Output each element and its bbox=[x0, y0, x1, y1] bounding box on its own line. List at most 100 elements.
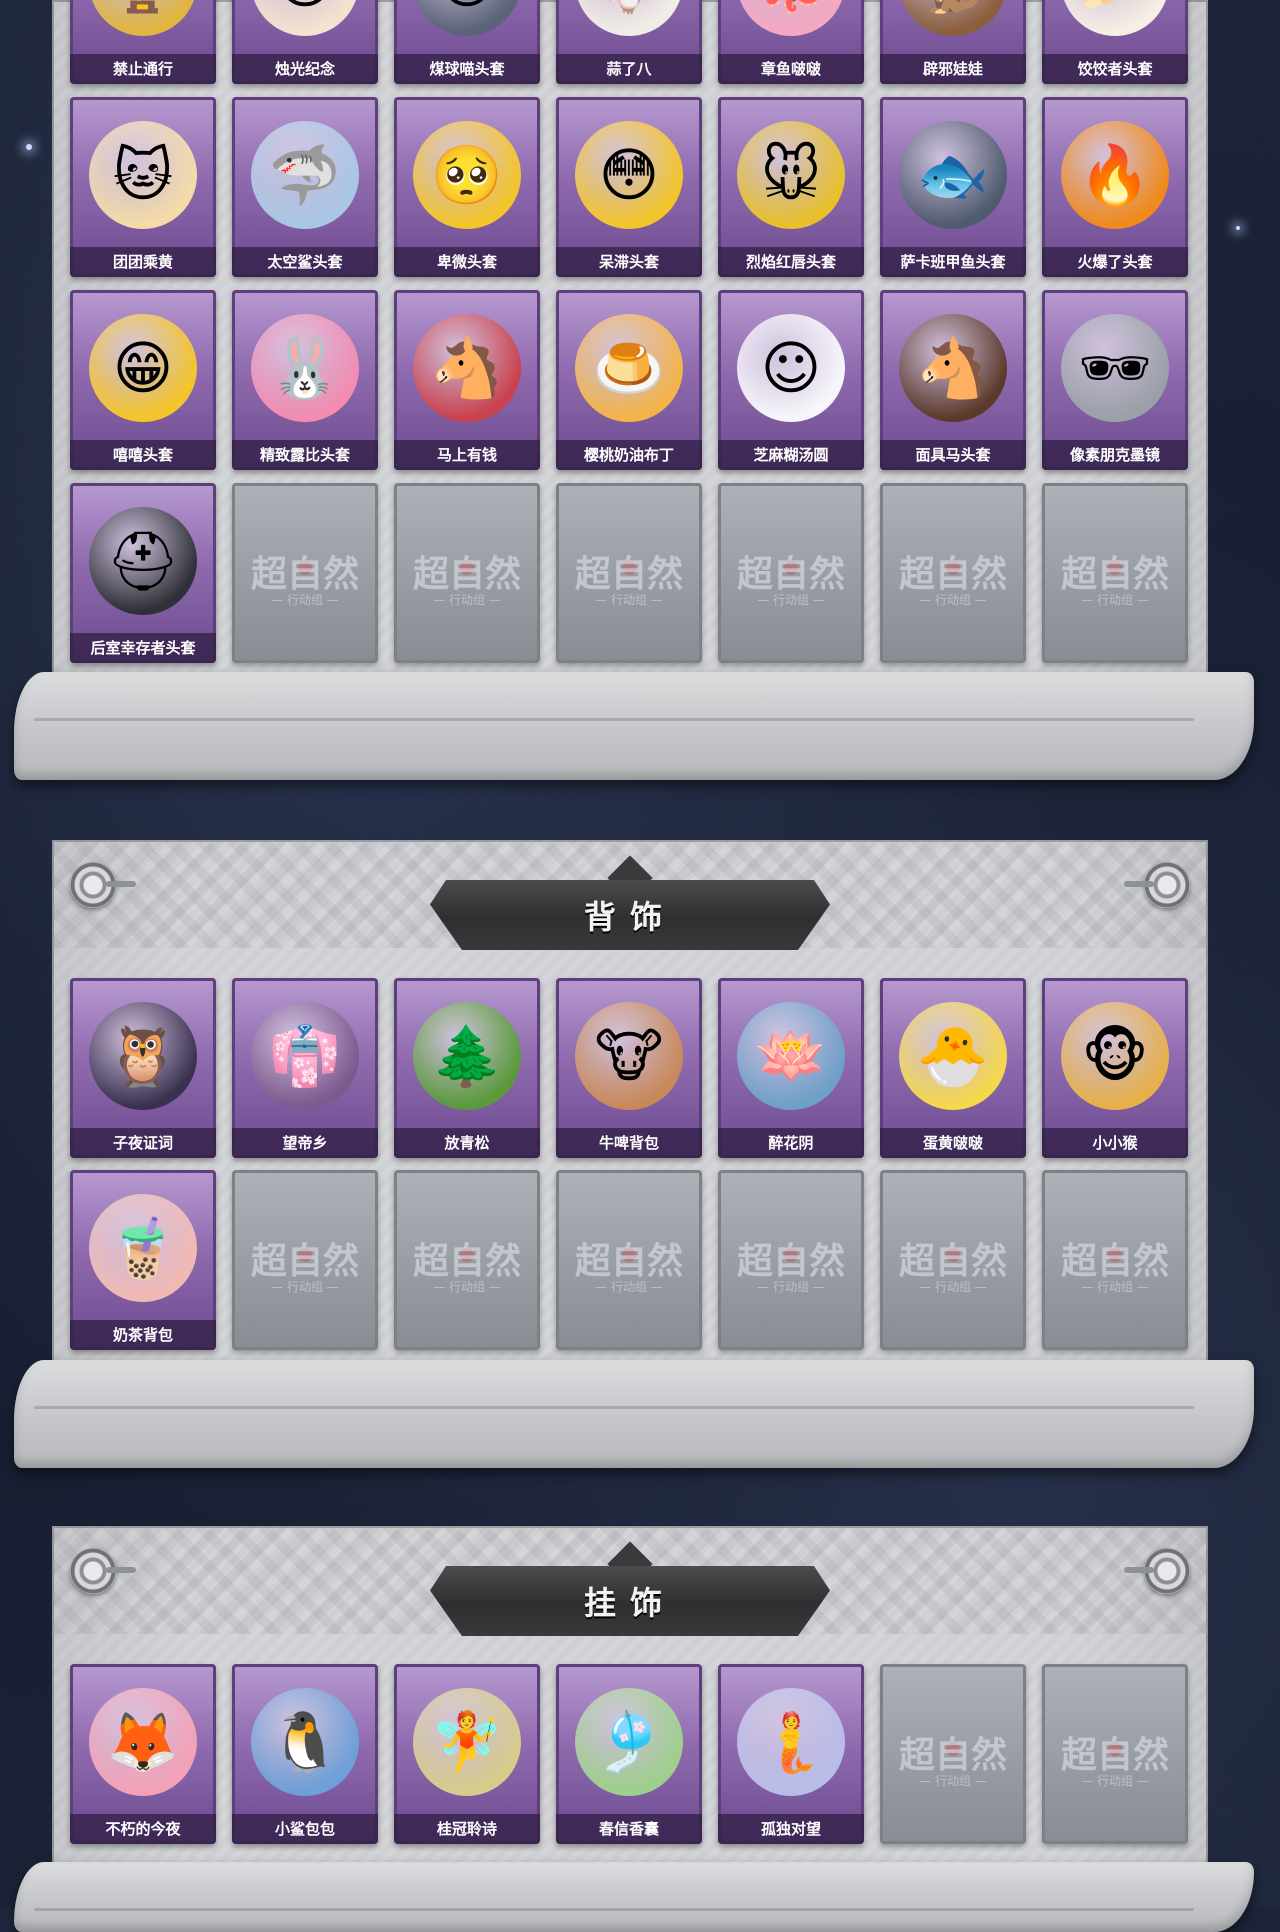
corner-ornament-icon bbox=[1124, 1548, 1190, 1594]
cosmetic-art-icon: 🐱 bbox=[413, 0, 521, 36]
cosmetic-art-icon: 🧋 bbox=[89, 1194, 197, 1302]
empty-slot-subtitle: — 行动组 — bbox=[271, 1280, 339, 1294]
cosmetic-item-label: 章鱼啵啵 bbox=[718, 54, 864, 84]
empty-slot-logo: 超自然 bbox=[412, 553, 521, 595]
cosmetic-item-label: 烛光纪念 bbox=[232, 54, 378, 84]
cosmetic-art-icon: 🦊 bbox=[89, 1688, 197, 1796]
empty-slot-subtitle: — 行动组 — bbox=[919, 1774, 987, 1788]
cosmetic-item-card[interactable]: 🐴 马上有钱 bbox=[394, 290, 540, 470]
cosmetic-item-card[interactable]: 🧄 蒜了八 bbox=[556, 0, 702, 84]
empty-slot-card: 超自然 — 行动组 — bbox=[880, 1664, 1026, 1844]
cosmetic-item-card[interactable]: 🎐 春信香囊 bbox=[556, 1664, 702, 1844]
empty-slot-logo: 超自然 bbox=[1060, 1734, 1169, 1776]
cosmetic-art-icon: 🏆 bbox=[89, 0, 197, 36]
cosmetic-art-icon: 🐣 bbox=[899, 1002, 1007, 1110]
cosmetic-item-card[interactable]: 🐧 小鲨包包 bbox=[232, 1664, 378, 1844]
pendant-panel: 挂饰 🦊 不朽的今夜 🐧 小鲨包包 🧚 桂冠聆诗 🎐 春信香囊 🧜 孤独对望 超自然 — 行动组 — 超… bbox=[52, 1526, 1208, 1908]
cosmetic-item-card[interactable]: 🐰 精致露比头套 bbox=[232, 290, 378, 470]
empty-slot-subtitle: — 行动组 — bbox=[919, 593, 987, 607]
cosmetic-item-card[interactable]: 🕶 像素朋克墨镜 bbox=[1042, 290, 1188, 470]
empty-slot-card: 超自然 — 行动组 — bbox=[1042, 1170, 1188, 1350]
cosmetic-item-card[interactable]: 🥟 饺饺者头套 bbox=[1042, 0, 1188, 84]
corner-ornament-icon bbox=[1124, 862, 1190, 908]
cosmetic-item-card[interactable]: 🐱 团团乘黄 bbox=[70, 97, 216, 277]
cosmetic-item-card[interactable]: 🐒 辟邪娃娃 bbox=[880, 0, 1026, 84]
empty-slot-logo: 超自然 bbox=[736, 553, 845, 595]
cosmetic-art-icon: 🐧 bbox=[251, 1688, 359, 1796]
cosmetic-item-label: 不朽的今夜 bbox=[70, 1814, 216, 1844]
cosmetic-item-card[interactable]: 😳 呆滞头套 bbox=[556, 97, 702, 277]
empty-slot-logo: 超自然 bbox=[574, 1240, 683, 1282]
cosmetic-item-card[interactable]: 🍮 樱桃奶油布丁 bbox=[556, 290, 702, 470]
cosmetic-art-icon: 🐒 bbox=[899, 0, 1007, 36]
cosmetic-item-label: 太空鲨头套 bbox=[232, 247, 378, 277]
cosmetic-item-card[interactable]: 🌲 放青松 bbox=[394, 978, 540, 1158]
cosmetic-art-icon: 😌 bbox=[251, 0, 359, 36]
cosmetic-item-card[interactable]: 🐟 萨卡班甲鱼头套 bbox=[880, 97, 1026, 277]
cosmetic-item-card[interactable]: 🥺 卑微头套 bbox=[394, 97, 540, 277]
cosmetic-art-icon: 🐙 bbox=[737, 0, 845, 36]
empty-slot-logo: 超自然 bbox=[1060, 553, 1169, 595]
cosmetic-item-card[interactable]: 🐵 小小猴 bbox=[1042, 978, 1188, 1158]
cosmetic-art-icon: 🧚 bbox=[413, 1688, 521, 1796]
cosmetic-art-icon: 🎐 bbox=[575, 1688, 683, 1796]
empty-slot-subtitle: — 行动组 — bbox=[433, 1280, 501, 1294]
empty-slot-card: 超自然 — 行动组 — bbox=[718, 483, 864, 663]
cosmetic-item-label: 子夜证词 bbox=[70, 1128, 216, 1158]
cosmetic-item-card[interactable]: 👘 望帝乡 bbox=[232, 978, 378, 1158]
cosmetic-item-card[interactable]: 🦉 子夜证词 bbox=[70, 978, 216, 1158]
cosmetic-item-card[interactable]: ☺ 芝麻糊汤圆 bbox=[718, 290, 864, 470]
empty-slot-subtitle: — 行动组 — bbox=[433, 593, 501, 607]
section-title: 背饰 bbox=[583, 898, 676, 936]
empty-slot-card: 超自然 — 行动组 — bbox=[232, 1170, 378, 1350]
cosmetic-item-card[interactable]: 😁 嘻嘻头套 bbox=[70, 290, 216, 470]
cosmetic-item-label: 醉花阴 bbox=[718, 1128, 864, 1158]
corner-ornament-icon bbox=[70, 1548, 136, 1594]
cosmetic-item-label: 团团乘黄 bbox=[70, 247, 216, 277]
cosmetic-art-icon: 🐟 bbox=[899, 121, 1007, 229]
cosmetic-item-label: 饺饺者头套 bbox=[1042, 54, 1188, 84]
cosmetic-item-label: 桂冠聆诗 bbox=[394, 1814, 540, 1844]
cosmetic-item-card[interactable]: 🦈 太空鲨头套 bbox=[232, 97, 378, 277]
empty-slot-card: 超自然 — 行动组 — bbox=[1042, 483, 1188, 663]
empty-slot-subtitle: — 行动组 — bbox=[271, 593, 339, 607]
empty-slot-logo: 超自然 bbox=[250, 553, 359, 595]
cosmetic-item-card[interactable]: 🧚 桂冠聆诗 bbox=[394, 1664, 540, 1844]
cosmetic-item-label: 精致露比头套 bbox=[232, 440, 378, 470]
cosmetic-item-card[interactable]: 🐙 章鱼啵啵 bbox=[718, 0, 864, 84]
cosmetic-item-label: 后室幸存者头套 bbox=[70, 633, 216, 663]
cosmetic-item-card[interactable]: 🧜 孤独对望 bbox=[718, 1664, 864, 1844]
empty-slot-card: 超自然 — 行动组 — bbox=[880, 483, 1026, 663]
cosmetic-art-icon: 🔥 bbox=[1061, 121, 1169, 229]
cosmetic-item-card[interactable]: 🏆 禁止通行 bbox=[70, 0, 216, 84]
empty-slot-subtitle: — 行动组 — bbox=[757, 593, 825, 607]
cosmetic-item-card[interactable]: 🪷 醉花阴 bbox=[718, 978, 864, 1158]
cosmetic-item-card[interactable]: 🐮 牛啤背包 bbox=[556, 978, 702, 1158]
headwear-grid: 🏆 禁止通行 😌 烛光纪念 🐱 煤球喵头套 🧄 蒜了八 🐙 章鱼啵啵 🐒 辟邪娃娃 🥟 饺饺者头套 🐱 团团乘… bbox=[70, 0, 1188, 663]
cosmetic-item-card[interactable]: 🧋 奶茶背包 bbox=[70, 1170, 216, 1350]
empty-slot-card: 超自然 — 行动组 — bbox=[718, 1170, 864, 1350]
cosmetic-item-card[interactable]: 🐱 煤球喵头套 bbox=[394, 0, 540, 84]
cosmetic-item-card[interactable]: 🐣 蛋黄啵啵 bbox=[880, 978, 1026, 1158]
empty-slot-subtitle: — 行动组 — bbox=[919, 1280, 987, 1294]
cosmetic-item-card[interactable]: 🐴 面具马头套 bbox=[880, 290, 1026, 470]
cosmetic-item-label: 春信香囊 bbox=[556, 1814, 702, 1844]
cosmetic-art-icon: 🐵 bbox=[1061, 1002, 1169, 1110]
cosmetic-item-card[interactable]: 😌 烛光纪念 bbox=[232, 0, 378, 84]
cosmetic-item-label: 卑微头套 bbox=[394, 247, 540, 277]
cosmetic-item-label: 牛啤背包 bbox=[556, 1128, 702, 1158]
cosmetic-item-label: 火爆了头套 bbox=[1042, 247, 1188, 277]
cosmetic-art-icon: 🐱 bbox=[89, 121, 197, 229]
cosmetic-item-card[interactable]: 🐭 烈焰红唇头套 bbox=[718, 97, 864, 277]
cosmetic-item-card[interactable]: 🔥 火爆了头套 bbox=[1042, 97, 1188, 277]
cosmetic-art-icon: 👘 bbox=[251, 1002, 359, 1110]
cosmetic-item-label: 放青松 bbox=[394, 1128, 540, 1158]
cosmetic-item-card[interactable]: 🦊 不朽的今夜 bbox=[70, 1664, 216, 1844]
empty-slot-logo: 超自然 bbox=[412, 1240, 521, 1282]
cosmetic-item-card[interactable]: ⛑ 后室幸存者头套 bbox=[70, 483, 216, 663]
cosmetic-art-icon: 😳 bbox=[575, 121, 683, 229]
empty-slot-subtitle: — 行动组 — bbox=[757, 1280, 825, 1294]
scroll-bottom-edge bbox=[14, 1360, 1254, 1468]
cosmetic-item-label: 呆滞头套 bbox=[556, 247, 702, 277]
cosmetic-art-icon: 🧄 bbox=[575, 0, 683, 36]
